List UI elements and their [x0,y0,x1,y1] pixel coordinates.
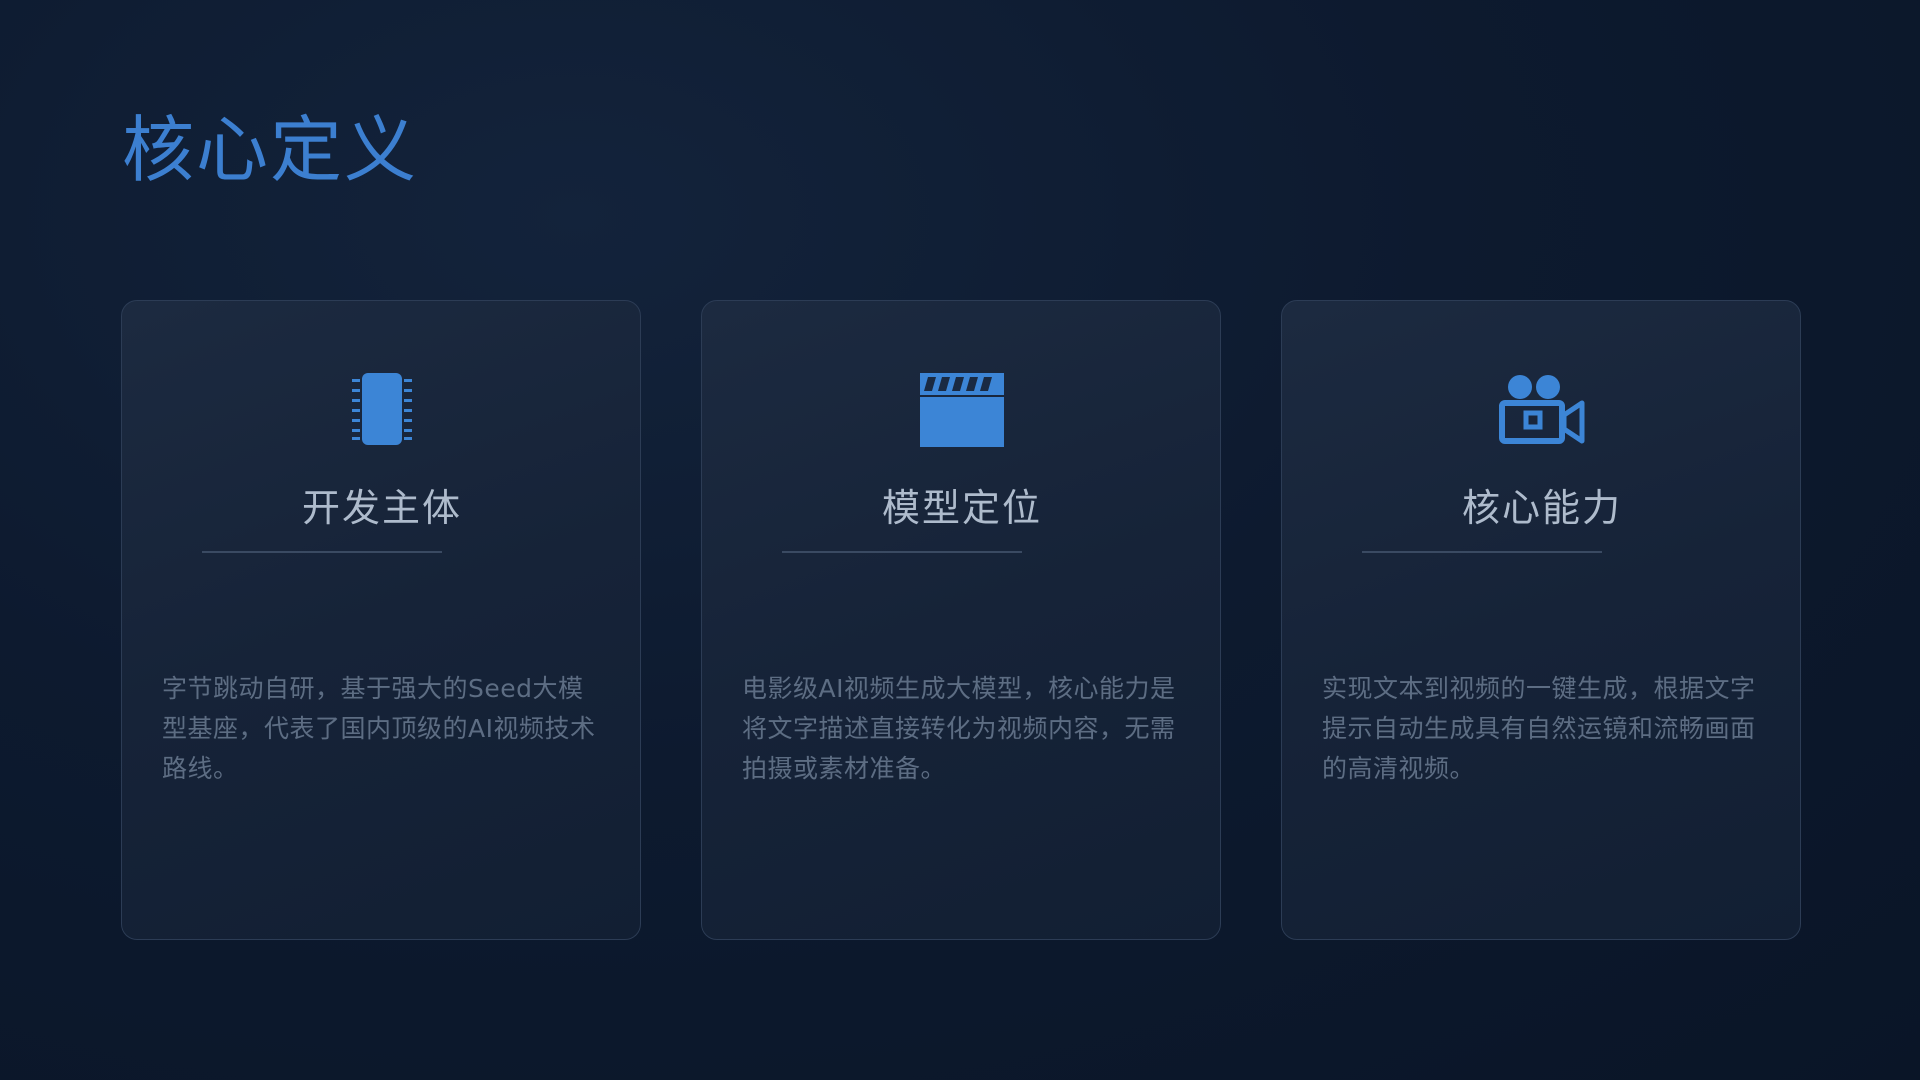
card-positioning: 模型定位 电影级AI视频生成大模型，核心能力是将文字描述直接转化为视频内容，无需… [701,300,1221,940]
card-row: 开发主体 字节跳动自研，基于强大的Seed大模型基座，代表了国内顶级的AI视频技… [121,300,1801,942]
clapperboard-icon [912,365,1012,455]
card-title: 核心能力 [1461,486,1622,530]
card-developer: 开发主体 字节跳动自研，基于强大的Seed大模型基座，代表了国内顶级的AI视频技… [121,300,641,940]
card-capability: 核心能力 实现文本到视频的一键生成，根据文字提示自动生成具有自然运镜和流畅画面的… [1281,300,1801,940]
card-title: 模型定位 [881,486,1042,530]
card-divider [1362,551,1602,553]
card-description: 电影级AI视频生成大模型，核心能力是将文字描述直接转化为视频内容，无需拍摄或素材… [742,674,1176,783]
card-divider [202,551,442,553]
card-description: 实现文本到视频的一键生成，根据文字提示自动生成具有自然运镜和流畅画面的高清视频。 [1322,674,1756,783]
video-camera-icon [1492,365,1592,455]
slide: 核心定义 开发主体 字节跳动自研，基于强大的Seed大模型基座，代表了国内顶级的… [0,0,1920,1080]
chip-icon [332,365,432,455]
card-description: 字节跳动自研，基于强大的Seed大模型基座，代表了国内顶级的AI视频技术路线。 [162,674,596,783]
page-title: 核心定义 [122,108,419,192]
card-title: 开发主体 [301,486,462,530]
card-divider [782,551,1022,553]
